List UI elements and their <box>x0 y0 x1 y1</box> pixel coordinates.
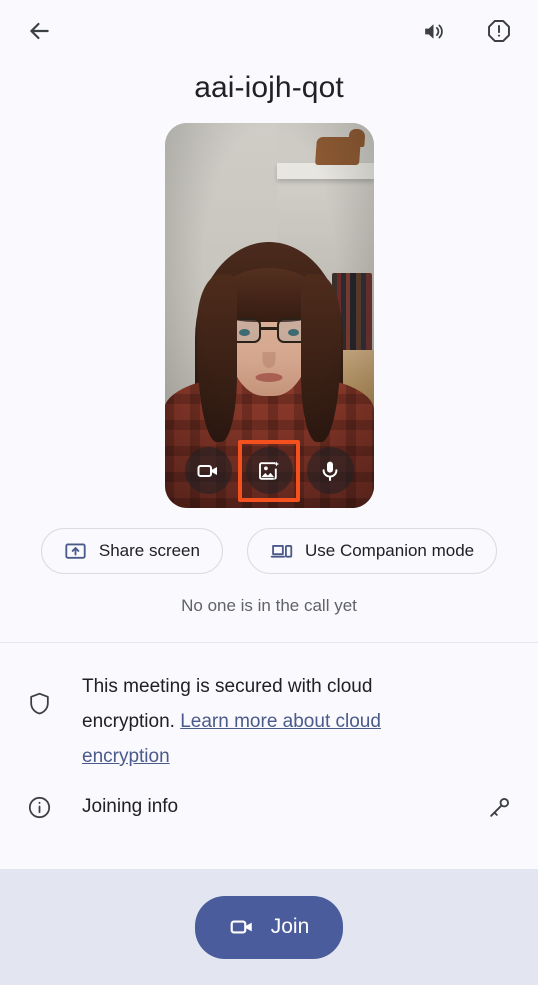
app-bar-right <box>416 14 516 48</box>
visual-effects-icon <box>259 460 280 480</box>
report-octagon-icon <box>488 20 510 42</box>
toggle-camera-button[interactable] <box>184 447 232 494</box>
info-circle-icon <box>26 795 52 820</box>
key-icon <box>487 795 512 820</box>
join-button[interactable]: Join <box>194 895 344 959</box>
camera-icon <box>197 464 217 477</box>
self-video-preview[interactable] <box>164 123 374 508</box>
share-screen-button[interactable]: Share screen <box>40 528 223 574</box>
speaker-icon <box>424 23 443 39</box>
meeting-code: aai-iojh-qot <box>194 71 344 104</box>
encryption-info-row: This meeting is secured with cloud encry… <box>0 643 538 774</box>
shield-icon <box>26 669 52 716</box>
effects-button-group <box>238 439 300 502</box>
share-screen-label: Share screen <box>98 541 200 560</box>
report-problem-button[interactable] <box>482 14 516 48</box>
present-screen-icon <box>64 540 87 563</box>
preview-controls <box>165 439 374 502</box>
microphone-icon <box>322 461 338 481</box>
join-camera-icon <box>229 914 255 940</box>
joining-info-label: Joining info <box>82 796 179 817</box>
visual-effects-button[interactable] <box>245 447 293 494</box>
arrow-left-icon <box>30 22 49 40</box>
toggle-microphone-button[interactable] <box>306 447 354 494</box>
back-button[interactable] <box>22 14 56 48</box>
app-bar <box>0 0 538 62</box>
app-bar-left <box>22 14 56 48</box>
video-preview-wrapper <box>0 123 538 508</box>
preview-action-buttons: Share screen Use Companion mode <box>0 528 538 574</box>
encryption-info-text: This meeting is secured with cloud encry… <box>82 669 462 774</box>
companion-mode-button[interactable]: Use Companion mode <box>246 528 498 574</box>
companion-mode-label: Use Companion mode <box>304 541 475 560</box>
companion-devices-icon <box>270 540 293 563</box>
call-status-text: No one is in the call yet <box>181 596 357 615</box>
bottom-action-bar: Join <box>0 869 538 985</box>
join-button-label: Join <box>270 915 310 938</box>
joining-info-row[interactable]: Joining info <box>0 774 538 822</box>
speaker-button[interactable] <box>416 14 450 48</box>
